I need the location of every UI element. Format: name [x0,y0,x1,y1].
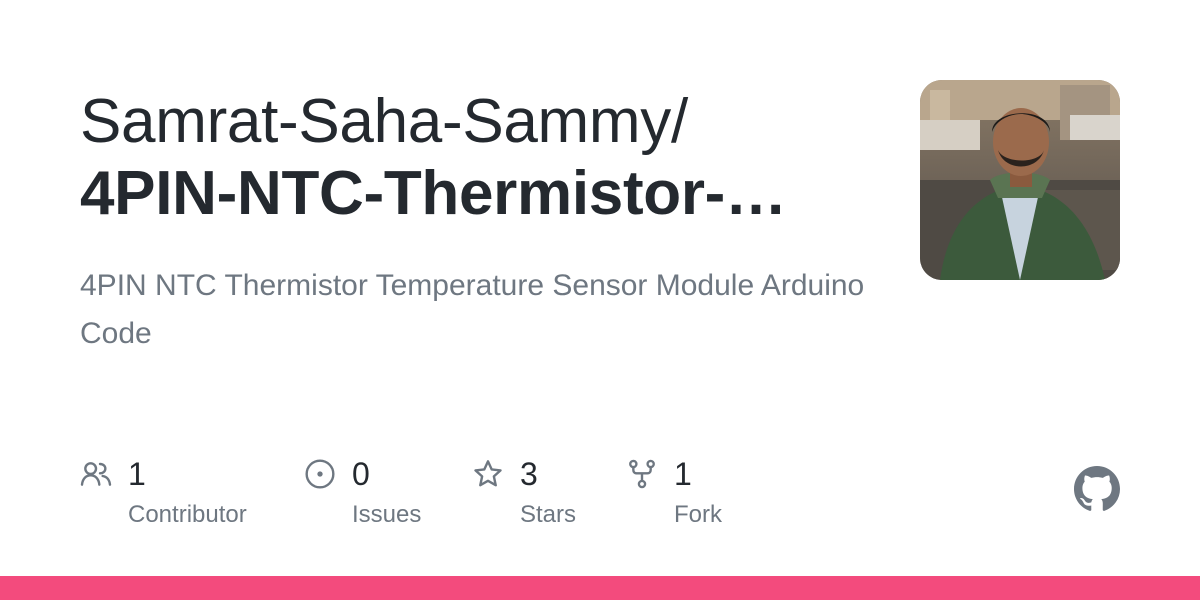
issues-label: Issues [352,501,422,528]
stars-label: Stars [520,501,577,528]
owner-avatar[interactable] [920,80,1120,280]
contributors-label: Contributor [128,501,247,528]
forks-label: Fork [674,501,722,528]
forks-count: 1 [674,456,692,492]
issue-opened-icon [305,459,335,489]
repo-name[interactable]: 4PIN-NTC-Thermistor-… [80,158,840,230]
star-icon [474,460,502,487]
people-icon [80,462,112,486]
issues-count: 0 [352,456,370,492]
github-mark-icon[interactable] [1074,466,1120,512]
language-color-bar [0,576,1200,600]
repo-owner[interactable]: Samrat-Saha-Sammy/ [80,86,840,158]
repo-title: Samrat-Saha-Sammy/ 4PIN-NTC-Thermistor-… [80,86,840,230]
contributors-count: 1 [128,456,146,492]
avatar-photo [920,80,1120,280]
repo-social-card: Samrat-Saha-Sammy/ 4PIN-NTC-Thermistor-…… [0,0,1200,600]
stars-count: 3 [520,456,538,492]
repo-forked-icon [629,459,655,489]
repo-description: 4PIN NTC Thermistor Temperature Sensor M… [80,269,865,350]
